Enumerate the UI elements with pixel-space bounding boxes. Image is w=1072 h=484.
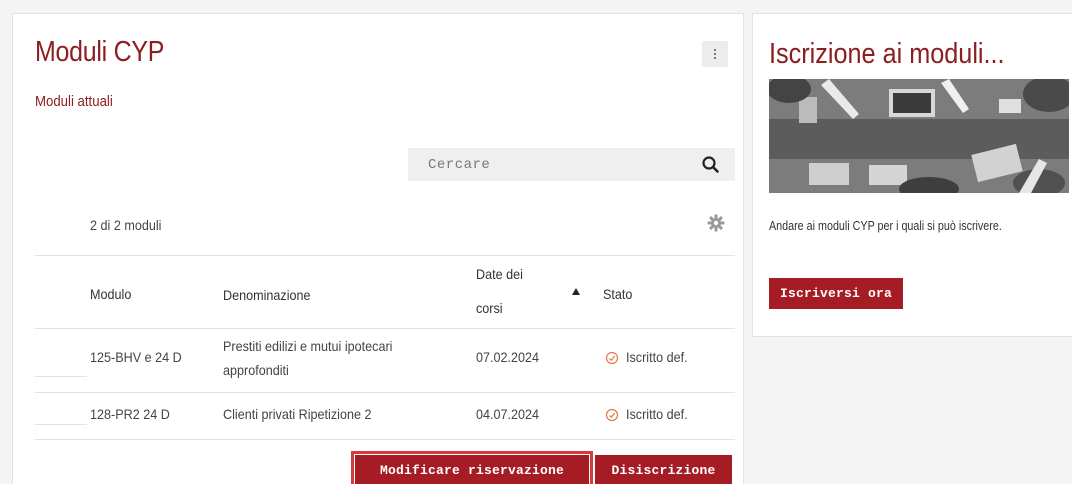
gear-icon[interactable]: [705, 212, 727, 234]
cell-denominazione-line1: Prestiti edilizi e mutui ipotecari: [223, 338, 393, 354]
page-title: Moduli CYP: [35, 36, 165, 68]
cell-date: 04.07.2024: [476, 406, 540, 422]
col-header-date-line1: Date dei: [476, 266, 523, 282]
cell-status: Iscritto def.: [626, 406, 688, 422]
sort-ascending-icon[interactable]: [572, 288, 580, 295]
cell-status: Iscritto def.: [626, 349, 688, 365]
row-marker: [35, 424, 87, 425]
table-top-border: [35, 255, 735, 256]
enrollment-description: Andare ai moduli CYP per i quali si può …: [769, 219, 1002, 233]
cell-modulo: 125-BHV e 24 D: [90, 349, 182, 365]
col-header-modulo[interactable]: Modulo: [90, 284, 131, 305]
meeting-photo: [769, 79, 1069, 193]
search-input[interactable]: [408, 148, 698, 181]
check-circle-icon: [605, 351, 619, 365]
cell-date: 07.02.2024: [476, 349, 540, 365]
check-circle-icon: [605, 408, 619, 422]
modules-card: Moduli CYP Moduli attuali 2 di 2 moduli: [12, 13, 744, 484]
enroll-now-button[interactable]: Iscriversi ora: [769, 278, 903, 309]
table-header-border: [35, 328, 735, 329]
kebab-menu-icon[interactable]: [702, 41, 728, 67]
col-header-denominazione[interactable]: Denominazione: [223, 285, 311, 306]
row-divider: [35, 392, 735, 393]
enrollment-card: Iscrizione ai moduli... Andare ai moduli…: [752, 13, 1072, 337]
cell-modulo: 128-PR2 24 D: [90, 406, 170, 422]
col-header-stato[interactable]: Stato: [603, 284, 632, 305]
enrollment-title[interactable]: Iscrizione ai moduli...: [769, 38, 1005, 71]
cell-denominazione-line1: Clienti privati Ripetizione 2: [223, 406, 372, 422]
search-icon[interactable]: [700, 154, 722, 176]
table-bottom-border: [35, 439, 735, 440]
page: Moduli CYP Moduli attuali 2 di 2 moduli: [0, 0, 1072, 484]
col-header-date-line2: corsi: [476, 300, 503, 316]
results-count: 2 di 2 moduli: [90, 217, 162, 233]
unsubscribe-button[interactable]: Disiscrizione: [595, 455, 732, 484]
row-marker: [35, 376, 87, 377]
cell-denominazione-line2: approfonditi: [223, 362, 289, 378]
section-subtitle: Moduli attuali: [35, 93, 113, 110]
modify-reservation-button[interactable]: Modificare riservazione: [351, 451, 593, 484]
search-box: [408, 148, 735, 181]
